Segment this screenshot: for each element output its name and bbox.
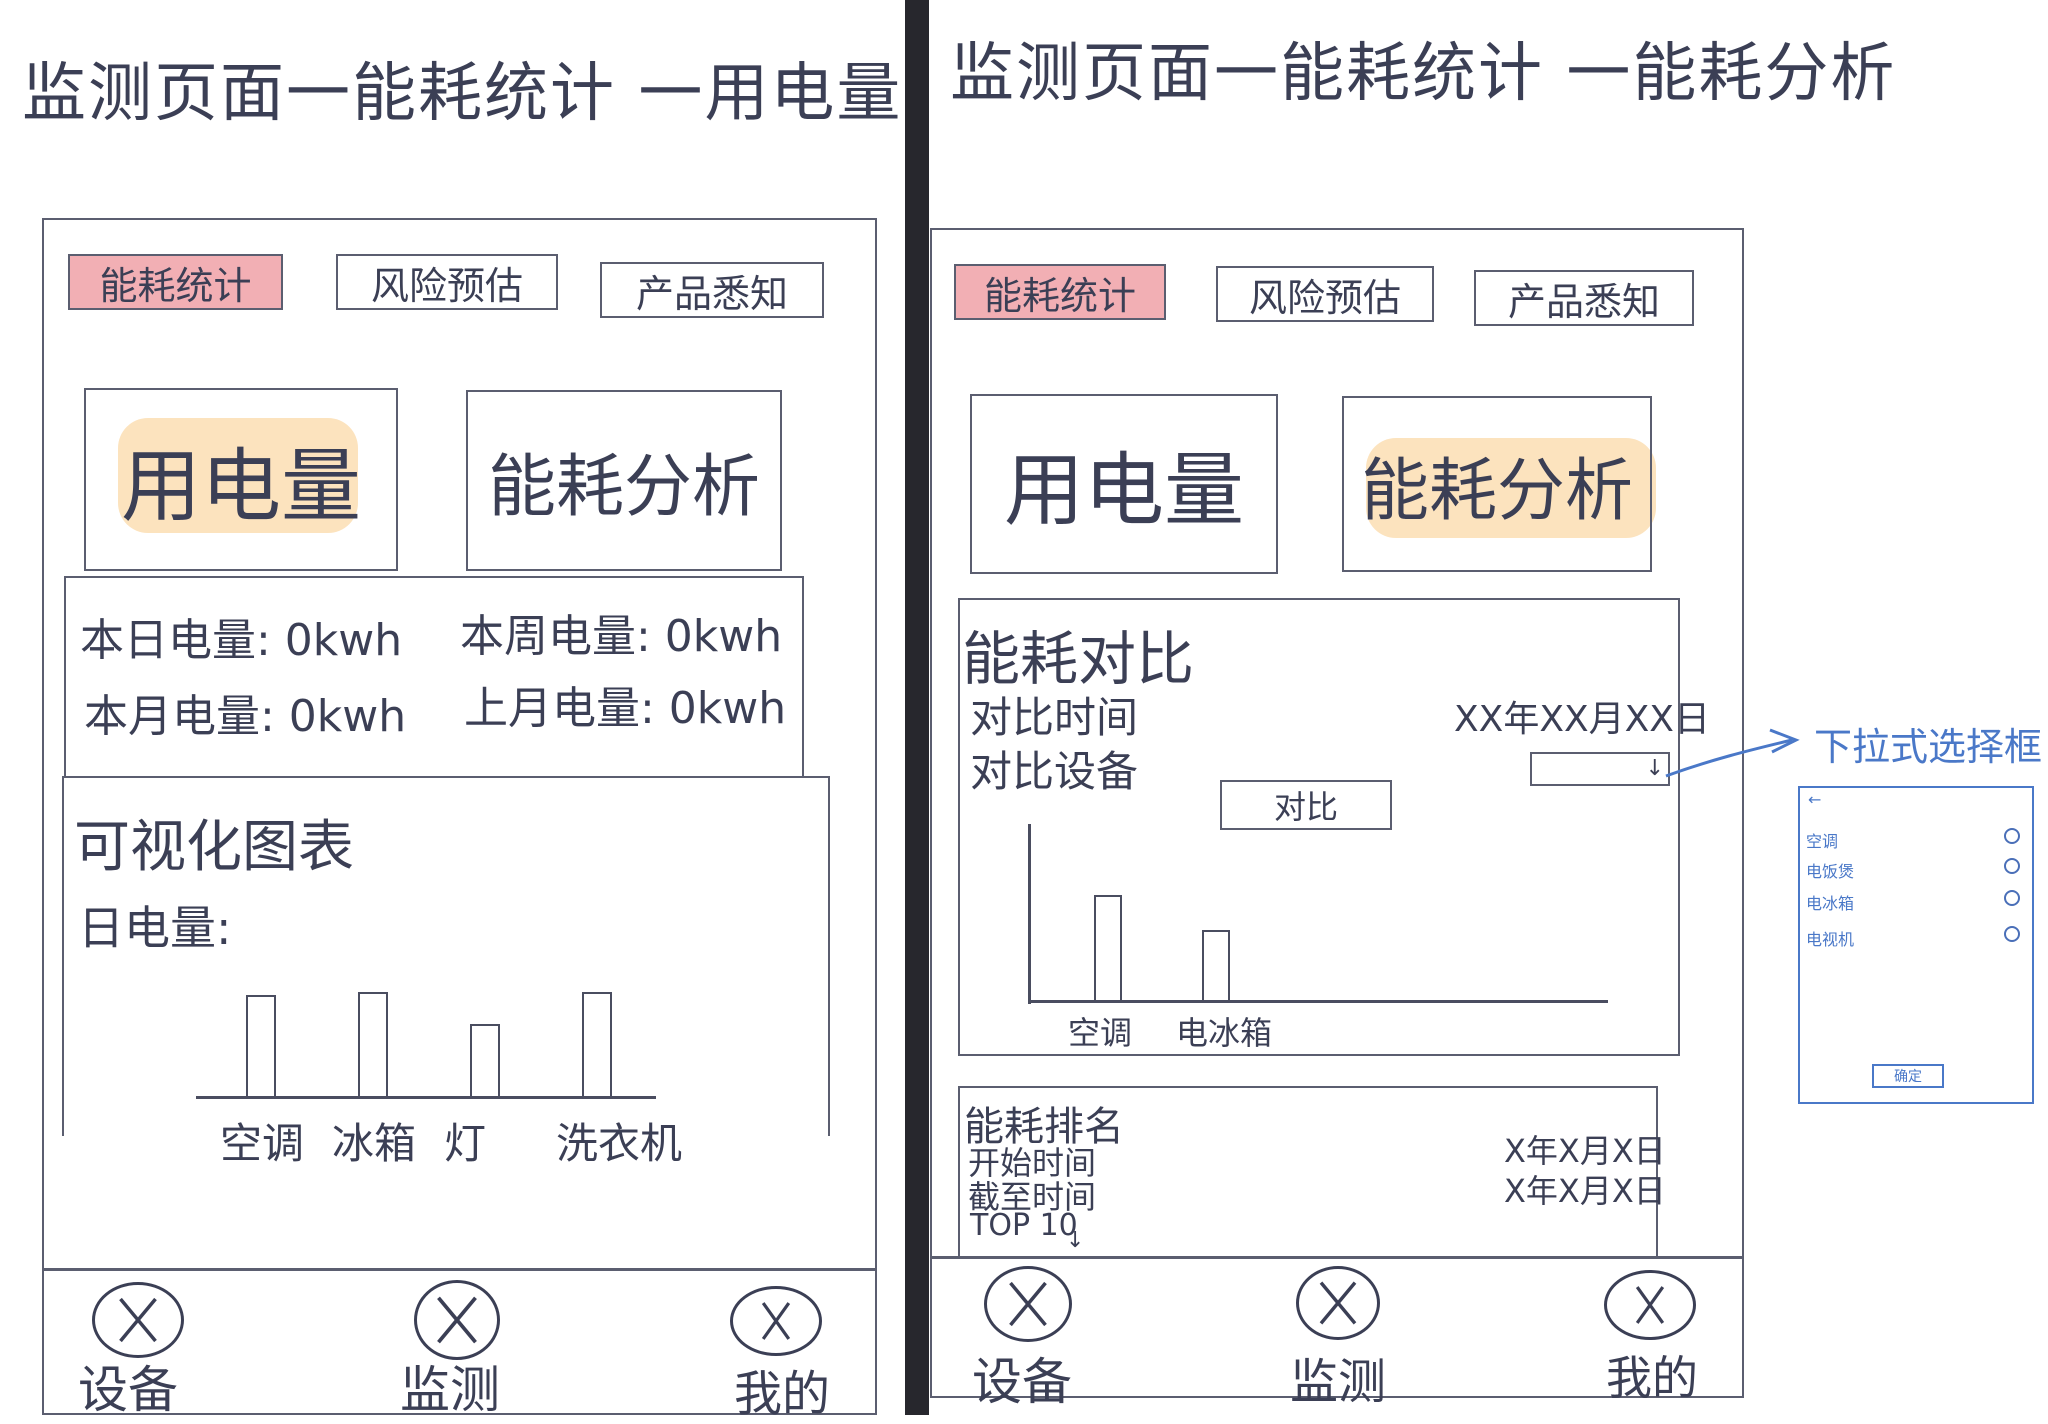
left-nav-mine-label[interactable]: 我的 (734, 1354, 830, 1424)
right-page-title: 监测页面一能耗统计 一能耗分析 (950, 37, 1897, 111)
annotation-radio-3[interactable] (2004, 890, 2020, 906)
ranking-top-label[interactable]: TOP 10 (970, 1208, 1078, 1243)
right-tab-risk-estimate[interactable]: 风险预估 (1216, 266, 1434, 322)
right-chart-bar-2 (1202, 930, 1230, 1000)
left-nav-monitor-label[interactable]: 监测 (400, 1350, 500, 1422)
right-nav-monitor-icon[interactable] (1296, 1266, 1380, 1340)
right-chart-category-1: 空调 (1068, 1014, 1133, 1052)
stat-month: 本月电量: 0kwh (84, 691, 407, 742)
left-nav-device-icon[interactable] (92, 1282, 184, 1358)
left-chart-bar-4 (582, 992, 612, 1096)
annotation-option-2[interactable]: 电饭煲 (1806, 858, 1854, 882)
right-nav-mine-icon[interactable] (1604, 1270, 1696, 1340)
annotation-confirm-button[interactable]: 确定 (1872, 1064, 1944, 1088)
annotation-radio-2[interactable] (2004, 858, 2020, 874)
divider (905, 0, 929, 1415)
chart-section-title: 可视化图表 (74, 815, 354, 880)
stat-today: 本日电量: 0kwh (80, 615, 403, 666)
left-nav-device-label[interactable]: 设备 (78, 1350, 178, 1422)
right-chart-x-axis (1028, 1000, 1608, 1003)
annotation-radio-1[interactable] (2004, 828, 2020, 844)
left-chart-baseline (196, 1096, 656, 1099)
right-tab-product-info[interactable]: 产品悉知 (1474, 270, 1694, 326)
right-bottom-nav (930, 1256, 1744, 1259)
left-nav-monitor-icon[interactable] (414, 1280, 500, 1360)
left-chart-category-1: 空调 (220, 1119, 305, 1168)
compare-device-label: 对比设备 (970, 747, 1139, 796)
compare-device-dropdown[interactable]: ↓ (1530, 752, 1670, 786)
annotation-option-1[interactable]: 空调 (1806, 828, 1838, 852)
right-tab-energy-stats[interactable]: 能耗统计 (954, 264, 1166, 320)
left-chart-bar-3 (470, 1024, 500, 1096)
annotation-arrow (1665, 728, 1800, 778)
right-nav-mine-label[interactable]: 我的 (1606, 1342, 1698, 1408)
left-chart-category-4: 洗衣机 (556, 1119, 683, 1168)
left-subtab-electricity[interactable]: 用电量 (84, 388, 398, 571)
annotation-option-3[interactable]: 电冰箱 (1806, 890, 1854, 914)
ranking-top-arrow-icon: ↓ (1066, 1228, 1085, 1253)
stat-week: 本周电量: 0kwh (460, 611, 783, 662)
left-bar-chart: 空调 冰箱灯 洗衣机 (196, 940, 682, 1180)
annotation-text: 下拉式选择框 (1814, 725, 2043, 769)
annotation-back-icon: ← (1808, 790, 1822, 809)
right-chart-bar-1 (1094, 895, 1122, 1000)
left-tab-product-info[interactable]: 产品悉知 (600, 262, 824, 318)
annotation-radio-4[interactable] (2004, 926, 2020, 942)
left-chart-category-2: 冰箱 (332, 1119, 417, 1168)
left-page-title: 监测页面一能耗统计 一用电量 (22, 57, 903, 131)
left-tab-risk-estimate[interactable]: 风险预估 (336, 254, 558, 310)
left-chart-bar-2 (358, 992, 388, 1096)
annotation-option-4[interactable]: 电视机 (1806, 926, 1854, 950)
ranking-end-value[interactable]: X年X月X日 (1504, 1166, 1666, 1212)
left-chart-category-3: 灯 (444, 1119, 487, 1168)
compare-time-label: 对比时间 (970, 693, 1139, 742)
left-subtab-energy-analysis[interactable]: 能耗分析 (466, 390, 782, 571)
right-nav-monitor-label[interactable]: 监测 (1290, 1342, 1386, 1412)
right-bar-chart: 空调 电冰箱 (1022, 820, 1622, 1052)
stat-last-month: 上月电量: 0kwh (464, 683, 787, 734)
left-nav-mine-icon[interactable] (730, 1286, 822, 1356)
right-nav-device-icon[interactable] (984, 1266, 1072, 1342)
right-nav-device-label[interactable]: 设备 (972, 1342, 1072, 1414)
right-chart-category-2: 电冰箱 (1176, 1014, 1273, 1052)
right-subtab-electricity[interactable]: 用电量 (970, 394, 1278, 574)
right-chart-y-axis (1028, 824, 1031, 1004)
right-subtab-energy-analysis[interactable]: 能耗分析 (1342, 396, 1652, 572)
left-chart-bar-1 (246, 995, 276, 1096)
left-tab-energy-stats[interactable]: 能耗统计 (68, 254, 283, 310)
left-bottom-nav (42, 1268, 877, 1271)
